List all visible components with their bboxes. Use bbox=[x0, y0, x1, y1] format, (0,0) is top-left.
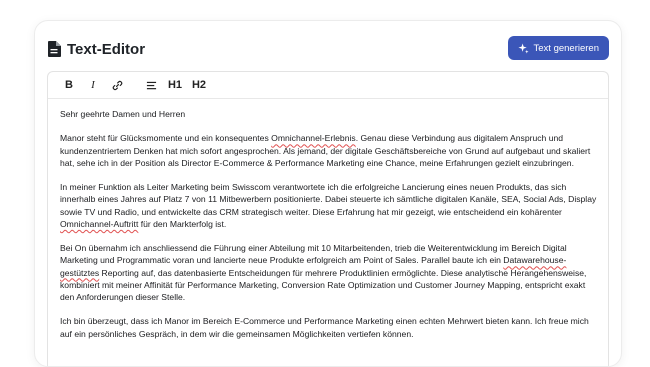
link-button[interactable] bbox=[106, 75, 128, 95]
formatting-toolbar: B I H1 H2 bbox=[48, 72, 608, 99]
paragraph-text: Reporting auf, das datenbasierte Entsche… bbox=[60, 267, 587, 302]
heading-1-button[interactable]: H1 bbox=[164, 75, 186, 95]
spellcheck-word[interactable]: Omnichannel-Auftritt bbox=[60, 219, 138, 229]
page-title: Text-Editor bbox=[67, 40, 146, 58]
document-icon bbox=[48, 41, 61, 57]
letter-paragraph-2: In meiner Funktion als Leiter Marketing … bbox=[60, 181, 598, 230]
letter-greeting: Sehr geehrte Damen und Herren bbox=[60, 109, 186, 119]
generate-text-label: Text generieren bbox=[533, 42, 599, 54]
list-button[interactable] bbox=[140, 75, 162, 95]
letter-paragraph-1: Manor steht für Glücksmomente und ein ko… bbox=[60, 132, 598, 169]
editor-header: Text-Editor Text generieren bbox=[47, 35, 609, 63]
paragraph-text: für den Markterfolg ist. bbox=[138, 218, 227, 229]
italic-button[interactable]: I bbox=[82, 75, 104, 95]
paragraph-text: Manor steht für Glücksmomente und ein ko… bbox=[60, 133, 272, 144]
editor-content[interactable]: Sehr geehrte Damen und Herren Manor steh… bbox=[48, 99, 608, 340]
link-icon bbox=[112, 80, 122, 90]
spellcheck-word[interactable]: Omnichannel-Erlebnis bbox=[271, 133, 356, 143]
letter-paragraph-3: Bei On übernahm ich anschliessend die Fü… bbox=[60, 242, 598, 303]
letter-paragraph-4: Ich bin überzeugt, dass ich Manor im Ber… bbox=[60, 316, 589, 339]
generate-text-button[interactable]: Text generieren bbox=[507, 36, 609, 60]
paragraph-text: Bei On übernahm ich anschliessend die Fü… bbox=[60, 243, 567, 266]
list-icon bbox=[146, 81, 156, 89]
rich-text-editor[interactable]: B I H1 H2 Sehr geehrte Damen und Herren … bbox=[47, 71, 609, 366]
sparkle-icon bbox=[517, 42, 529, 53]
heading-2-button[interactable]: H2 bbox=[188, 75, 210, 95]
text-editor-card: Text-Editor Text generieren B I H1 H2 Se… bbox=[34, 20, 622, 367]
bold-button[interactable]: B bbox=[58, 75, 80, 95]
paragraph-text: In meiner Funktion als Leiter Marketing … bbox=[60, 182, 597, 217]
